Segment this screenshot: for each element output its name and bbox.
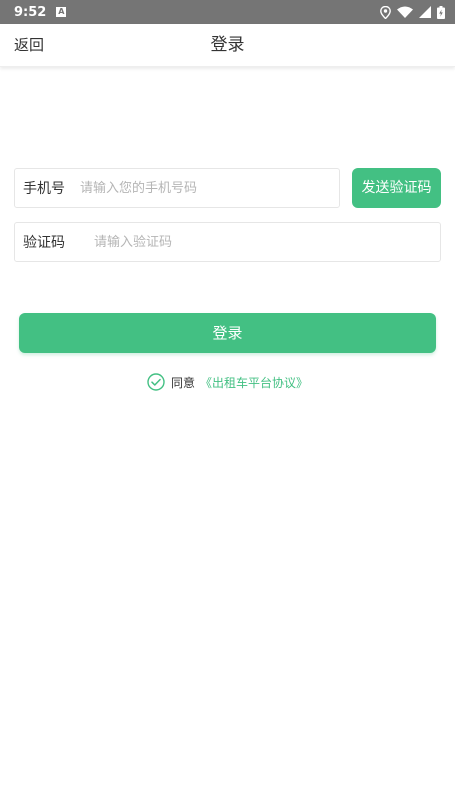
location-icon	[380, 5, 391, 19]
agreement-row: 同意 《出租车平台协议》	[0, 371, 455, 393]
signal-icon	[419, 6, 431, 18]
status-time: 9:52	[14, 4, 47, 20]
phone-label: 手机号	[23, 181, 65, 197]
status-bar: 9:52 A	[0, 0, 455, 24]
phone-field: 手机号	[14, 168, 340, 208]
agreement-link[interactable]: 《出租车平台协议》	[200, 374, 308, 391]
phone-input[interactable]	[80, 169, 339, 207]
notification-app-icon: A	[56, 7, 67, 17]
agree-text: 同意	[170, 375, 195, 390]
status-right	[380, 5, 445, 19]
status-left: 9:52 A	[14, 4, 67, 20]
code-label: 验证码	[23, 235, 65, 251]
code-field: 验证码	[14, 222, 441, 262]
nav-bar: 登录 返回	[0, 24, 455, 67]
back-button[interactable]: 返回	[14, 24, 44, 67]
send-code-button[interactable]: 发送验证码	[352, 168, 441, 208]
check-circle-icon[interactable]	[147, 373, 165, 391]
page-title: 登录	[210, 35, 245, 55]
wifi-icon	[397, 6, 413, 18]
code-input[interactable]	[94, 223, 440, 261]
login-button[interactable]: 登录	[19, 313, 436, 353]
battery-icon	[437, 5, 445, 19]
